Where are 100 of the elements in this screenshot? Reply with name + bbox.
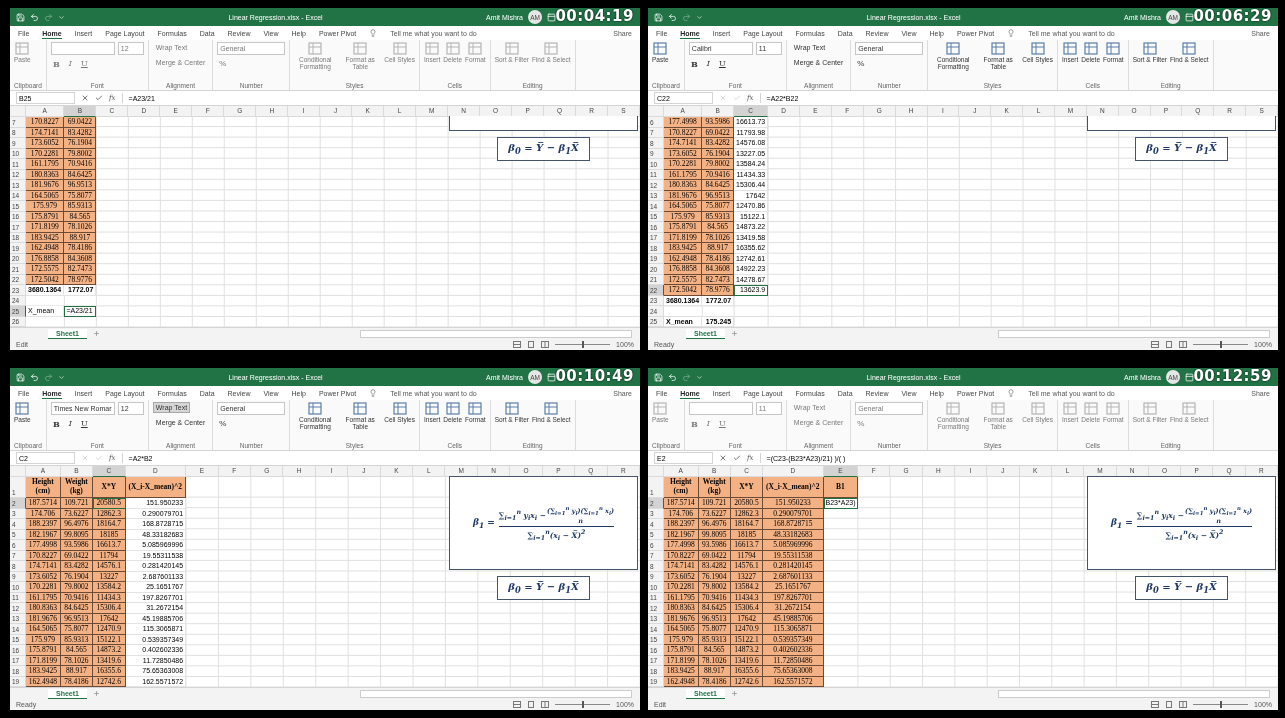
command-icon [425,42,440,55]
redo-icon[interactable] [44,12,53,22]
horizontal-scrollbar[interactable] [998,329,1270,338]
page-break-icon[interactable] [541,701,550,708]
command-icon [1030,42,1045,55]
command-icon [1083,42,1098,55]
italic-button[interactable]: I [64,419,76,428]
command-icon [1106,42,1121,55]
page-layout-icon[interactable] [1165,341,1174,348]
command-icon [353,402,368,415]
command-icon [1142,42,1157,55]
zoom-thumb[interactable] [1219,701,1222,708]
command-icon [946,402,961,415]
normal-view-icon[interactable] [1151,701,1160,708]
horizontal-scrollbar[interactable] [998,689,1270,698]
save-icon[interactable] [654,372,663,382]
zoom-thumb[interactable] [581,341,584,348]
undo-icon[interactable] [30,372,39,382]
lightbulb-icon [369,29,378,37]
equation-text: β$_{0}$ = Y̅ − β$_{1}$X̅ [508,142,579,156]
undo-icon[interactable] [668,12,677,22]
command-icon [1083,402,1098,415]
normal-view-icon[interactable] [1151,341,1160,348]
undo-icon[interactable] [30,12,39,22]
page-layout-icon[interactable] [527,701,536,708]
percent-button[interactable]: % [855,59,867,68]
command-icon [1030,402,1045,415]
command-icon [991,42,1006,55]
undo-icon[interactable] [668,372,677,382]
command-icon [1142,402,1157,415]
command-icon [468,42,483,55]
command-icon [946,42,961,55]
redo-icon[interactable] [682,12,691,22]
command-icon [653,402,668,415]
command-icon [445,402,460,415]
ribbon-display-icon[interactable] [1185,372,1194,382]
command-icon [1182,42,1197,55]
video-timestamp: 00:04:19 [555,8,634,25]
page-break-icon[interactable] [1179,701,1188,708]
command-icon [1106,402,1121,415]
command-icon [1063,42,1078,55]
customize-caret-icon[interactable] [696,373,703,381]
normal-view-icon[interactable] [513,341,522,348]
command-icon [392,42,407,55]
italic-button[interactable]: I [702,59,714,68]
command-icon [1182,402,1197,415]
video-timestamp: 00:10:49 [555,368,634,385]
customize-caret-icon[interactable] [58,13,65,21]
zoom-thumb[interactable] [581,701,584,708]
command-icon [504,402,519,415]
customize-caret-icon[interactable] [58,373,65,381]
lightbulb-icon [1007,29,1016,37]
video-timestamp: 00:06:29 [1193,8,1272,25]
add-sheet-icon[interactable] [92,330,100,337]
command-icon [653,42,668,55]
save-icon[interactable] [16,372,25,382]
lightbulb-icon [1007,389,1016,397]
bold-button[interactable]: B [50,419,62,429]
command-icon [353,42,368,55]
enter-icon[interactable] [733,454,741,462]
equation-text: β$_{0}$ = Y̅ − β$_{1}$X̅ [1146,581,1217,595]
command-icon [991,402,1006,415]
command-icon [504,42,519,55]
enter-icon[interactable] [95,94,103,102]
command-icon [425,402,440,415]
normal-view-icon[interactable] [513,701,522,708]
add-sheet-icon[interactable] [730,330,738,337]
page-layout-icon[interactable] [527,341,536,348]
command-icon [15,42,30,55]
redo-icon[interactable] [44,372,53,382]
command-icon [392,402,407,415]
command-icon [468,402,483,415]
cancel-icon[interactable] [81,94,89,102]
ribbon-display-icon[interactable] [547,372,556,382]
save-icon[interactable] [16,12,25,22]
equation-text: β$_{0}$ = Y̅ − β$_{1}$X̅ [1146,142,1217,156]
bold-button[interactable]: B [688,59,700,69]
percent-button[interactable]: % [217,419,229,428]
cancel-icon[interactable] [719,454,727,462]
page-break-icon[interactable] [1179,341,1188,348]
ribbon-display-icon[interactable] [1185,12,1194,22]
equation-text: β$_{1}$ = [472,516,495,530]
page-layout-icon[interactable] [1165,701,1174,708]
add-sheet-icon[interactable] [92,690,100,697]
customize-caret-icon[interactable] [696,13,703,21]
command-icon [544,42,559,55]
ribbon-display-icon[interactable] [547,12,556,22]
underline-button[interactable]: U [78,419,90,428]
equation-text: β$_{1}$ = [1110,516,1133,530]
horizontal-scrollbar[interactable] [360,689,632,698]
save-icon[interactable] [654,12,663,22]
equation-text: β$_{0}$ = Y̅ − β$_{1}$X̅ [508,581,579,595]
zoom-thumb[interactable] [1219,341,1222,348]
video-timestamp: 00:12:59 [1193,368,1272,385]
redo-icon[interactable] [682,372,691,382]
command-icon [544,402,559,415]
horizontal-scrollbar[interactable] [360,329,632,338]
underline-button[interactable]: U [716,59,728,68]
page-break-icon[interactable] [541,341,550,348]
add-sheet-icon[interactable] [730,690,738,697]
